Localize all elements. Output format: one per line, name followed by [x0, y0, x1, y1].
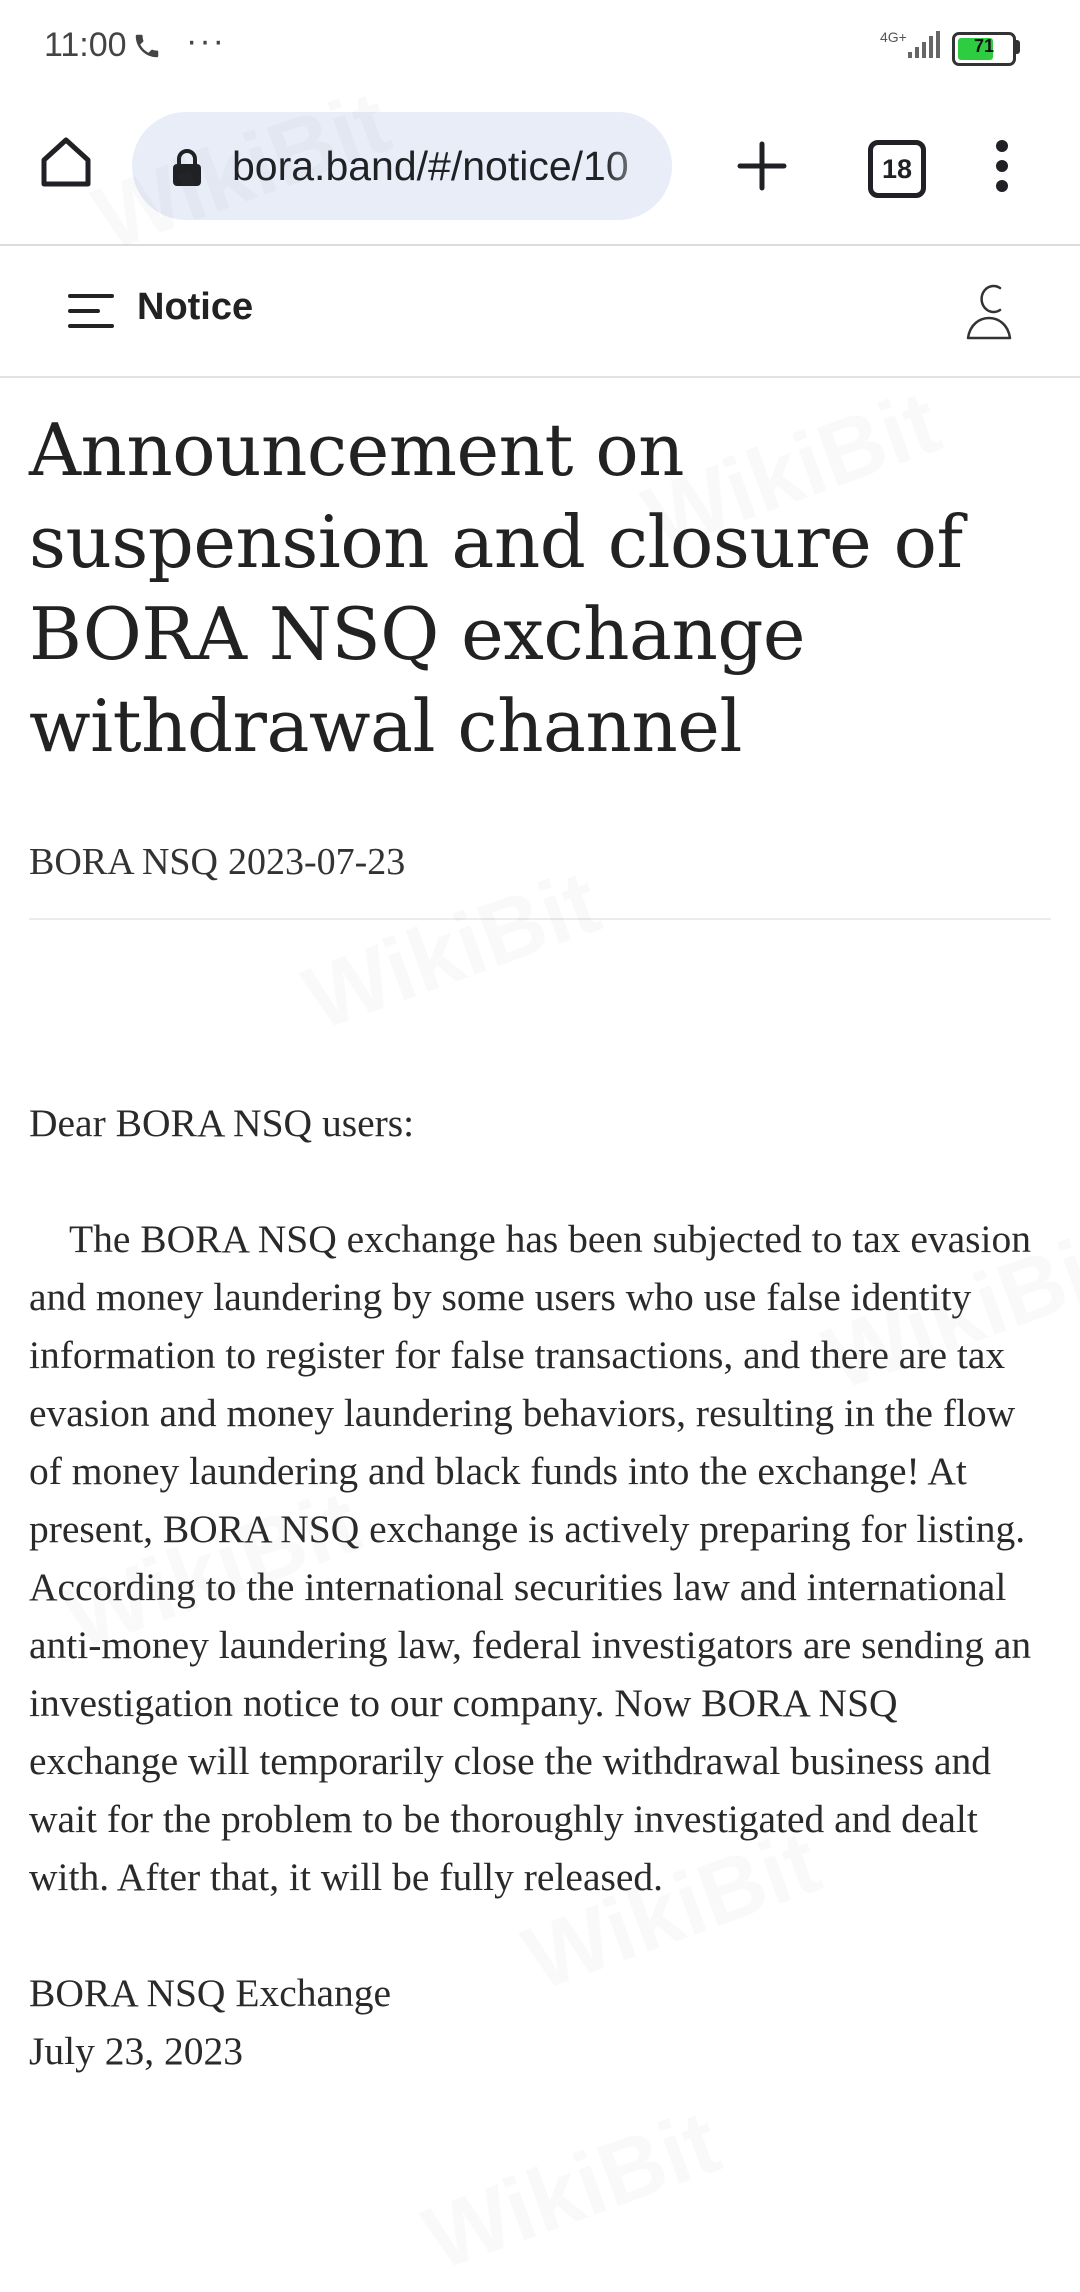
home-icon [41, 137, 91, 187]
address-bar[interactable]: bora.band/#/notice/10 [132, 112, 672, 220]
status-time: 11:00 [44, 26, 127, 64]
battery-icon: 71 [952, 32, 1016, 66]
article-date: 2023-07-23 [228, 841, 406, 883]
user-account-icon[interactable] [964, 282, 1014, 340]
browser-menu-button[interactable] [990, 138, 1014, 194]
more-vert-icon [996, 140, 1008, 192]
hamburger-menu-icon[interactable] [68, 292, 114, 330]
page-title: Notice [137, 286, 254, 328]
site-header: Notice [0, 246, 1080, 378]
article-meta: BORA NSQ 2023-07-23 [29, 834, 1051, 890]
home-button[interactable] [36, 132, 96, 192]
announcement-paragraph: The BORA NSQ exchange has been subjected… [29, 1217, 1032, 1899]
phone-call-icon [132, 30, 162, 67]
more-notifications-icon: ··· [186, 22, 226, 60]
signal-strength-icon [906, 30, 942, 65]
greeting: Dear BORA NSQ users: [29, 1101, 415, 1145]
new-tab-button[interactable] [734, 138, 790, 194]
battery-tip [1015, 40, 1020, 54]
watermark: WikiBit [412, 2091, 733, 2292]
plus-icon [737, 141, 787, 191]
network-type: 4G+ [880, 29, 907, 45]
status-bar: 11:00 ··· 4G+ 71 [0, 0, 1080, 96]
signature-name: BORA NSQ Exchange [29, 1971, 392, 2015]
url-text: bora.band/#/notice/10 [232, 143, 629, 189]
article-title: Announcement on suspension and closure o… [29, 408, 963, 768]
signature-date: July 23, 2023 [29, 2029, 243, 2073]
url-fade [602, 112, 672, 220]
divider [29, 918, 1051, 920]
article-author: BORA NSQ [29, 841, 218, 883]
article: Announcement on suspension and closure o… [29, 380, 1051, 2080]
battery-level: 71 [973, 36, 995, 56]
lock-icon [170, 148, 204, 193]
tab-switcher-button[interactable]: 18 [868, 140, 926, 198]
browser-toolbar: bora.band/#/notice/10 18 [0, 96, 1080, 246]
